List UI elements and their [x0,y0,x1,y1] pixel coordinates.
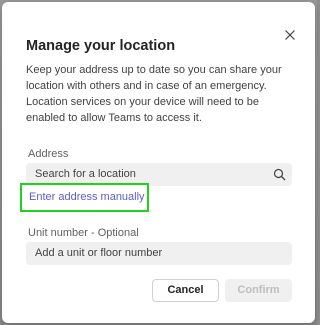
confirm-button[interactable]: Confirm [225,279,292,302]
search-icon[interactable] [273,168,286,181]
unit-number-label: Unit number - Optional [28,227,139,239]
manual-address-highlight: Enter address manually [20,183,149,212]
close-button[interactable] [282,27,298,43]
unit-number-input[interactable]: Add a unit or floor number [26,242,292,265]
unit-placeholder: Add a unit or floor number [35,247,163,259]
cancel-button[interactable]: Cancel [152,279,219,302]
dialog-description: Keep your address up to date so you can … [26,64,282,124]
dialog-title: Manage your location [26,38,176,54]
address-label: Address [28,148,69,160]
address-placeholder: Search for a location [35,168,136,180]
close-icon [285,30,295,40]
enter-address-manually-link[interactable]: Enter address manually [29,191,145,203]
manage-location-dialog: Manage your location Keep your address u… [2,2,315,323]
